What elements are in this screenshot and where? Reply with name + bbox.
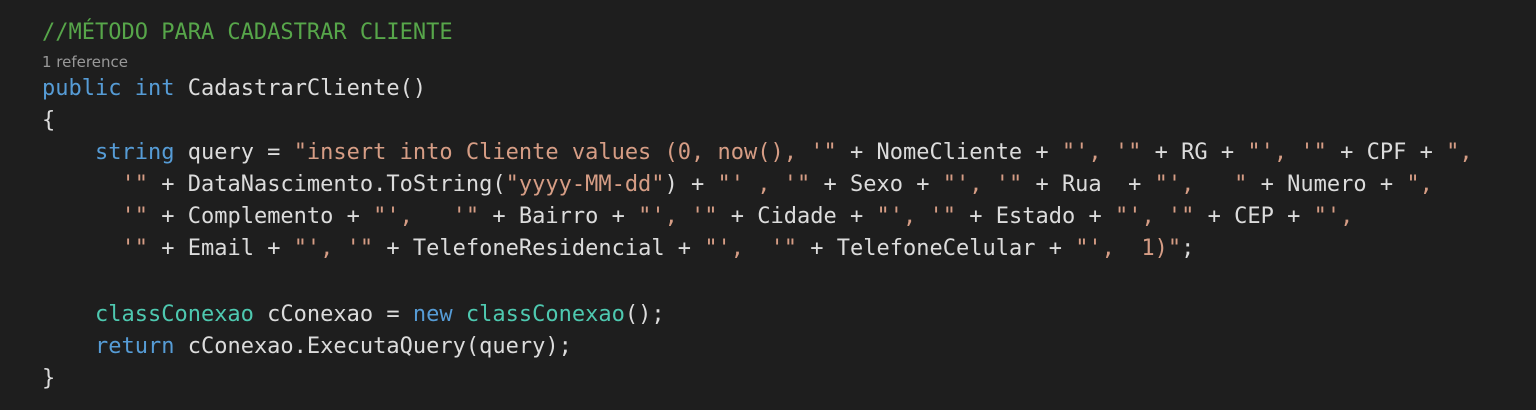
code-token: + CEP + bbox=[1194, 204, 1314, 229]
code-token: + Estado + bbox=[956, 204, 1115, 229]
code-line-query-1[interactable]: string query = "insert into Cliente valu… bbox=[42, 137, 1536, 169]
keyword-int: int bbox=[134, 76, 175, 101]
code-line-blank[interactable] bbox=[42, 265, 1536, 299]
code-line-query-4[interactable]: '" + Email + "', '" + TelefoneResidencia… bbox=[42, 233, 1536, 265]
code-token: + NomeCliente + bbox=[836, 140, 1062, 165]
code-line-query-2[interactable]: '" + DataNascimento.ToString("yyyy-MM-dd… bbox=[42, 169, 1536, 201]
code-token: ; bbox=[1181, 236, 1195, 261]
code-token: '" bbox=[121, 204, 148, 229]
query-segments-3: '" + Complemento + "', '" + Bairro + "',… bbox=[121, 204, 1353, 229]
code-token: + Sexo + bbox=[810, 172, 943, 197]
code-token: "', '" bbox=[373, 204, 480, 229]
code-token: "', '" bbox=[1061, 140, 1142, 165]
query-segments-4: '" + Email + "', '" + TelefoneResidencia… bbox=[121, 236, 1194, 261]
code-token: "', '" bbox=[876, 204, 956, 229]
comment-text: //MÉTODO PARA CADASTRAR CLIENTE bbox=[42, 20, 453, 45]
query-var: query = bbox=[174, 140, 294, 165]
code-token: + DataNascimento.ToString( bbox=[147, 172, 506, 197]
code-token: "', '" bbox=[942, 172, 1023, 197]
code-token: + RG + bbox=[1141, 140, 1248, 165]
method-name: CadastrarCliente() bbox=[174, 76, 427, 101]
code-line-signature[interactable]: public int CadastrarCliente() bbox=[42, 73, 1536, 105]
code-token: ", bbox=[1406, 172, 1433, 197]
code-token: '" bbox=[121, 172, 148, 197]
code-token: "', 1)" bbox=[1075, 236, 1182, 261]
keyword-new: new bbox=[412, 302, 453, 327]
code-token: "', bbox=[1313, 204, 1354, 229]
query-segments-2: '" + DataNascimento.ToString("yyyy-MM-dd… bbox=[121, 172, 1432, 197]
code-token: + Rua + bbox=[1022, 172, 1155, 197]
code-token: "', '" bbox=[1247, 140, 1327, 165]
return-expr: cConexao.ExecutaQuery(query); bbox=[174, 334, 572, 359]
code-token: + TelefoneResidencial + bbox=[373, 236, 705, 261]
keyword-return: return bbox=[94, 334, 175, 359]
close-brace: } bbox=[42, 366, 56, 391]
open-brace: { bbox=[42, 108, 56, 133]
code-line-return[interactable]: return cConexao.ExecutaQuery(query); bbox=[42, 331, 1536, 363]
type-classconexao-ctor: classConexao bbox=[465, 302, 625, 327]
code-editor[interactable]: //MÉTODO PARA CADASTRAR CLIENTE 1 refere… bbox=[0, 0, 1536, 410]
type-classconexao: classConexao bbox=[94, 302, 254, 327]
code-token: "', " bbox=[1154, 172, 1248, 197]
code-line-comment[interactable]: //MÉTODO PARA CADASTRAR CLIENTE bbox=[42, 17, 1536, 49]
code-token: "', '" bbox=[293, 236, 374, 261]
code-token: "insert into Cliente values (0, now(), '… bbox=[293, 140, 837, 165]
code-token: ", bbox=[1446, 140, 1473, 165]
code-token: ) + bbox=[664, 172, 718, 197]
code-token: + TelefoneCelular + bbox=[797, 236, 1076, 261]
code-token: "', '" bbox=[1114, 204, 1195, 229]
code-token: "', '" bbox=[638, 204, 718, 229]
keyword-string: string bbox=[94, 140, 175, 165]
code-token: "' , '" bbox=[717, 172, 811, 197]
code-token: "yyyy-MM-dd" bbox=[505, 172, 665, 197]
code-line-query-3[interactable]: '" + Complemento + "', '" + Bairro + "',… bbox=[42, 201, 1536, 233]
query-segments-1: "insert into Cliente values (0, now(), '… bbox=[294, 140, 1473, 165]
code-token: + Email + bbox=[147, 236, 294, 261]
code-token: + Numero + bbox=[1247, 172, 1407, 197]
code-token: + Cidade + bbox=[717, 204, 877, 229]
code-token: '" bbox=[121, 236, 148, 261]
code-token: "', '" bbox=[704, 236, 798, 261]
ctor-call: (); bbox=[624, 302, 665, 327]
conexao-var: cConexao = bbox=[253, 302, 413, 327]
code-token: + CPF + bbox=[1326, 140, 1447, 165]
code-line-open-brace[interactable]: { bbox=[42, 105, 1536, 137]
code-token: + Complemento + bbox=[147, 204, 374, 229]
codelens-references[interactable]: 1 reference bbox=[42, 49, 1536, 73]
code-line-close-brace[interactable]: } bbox=[42, 363, 1536, 395]
keyword-public: public bbox=[42, 76, 122, 101]
code-line-conexao[interactable]: classConexao cConexao = new classConexao… bbox=[42, 299, 1536, 331]
code-token: + Bairro + bbox=[479, 204, 639, 229]
